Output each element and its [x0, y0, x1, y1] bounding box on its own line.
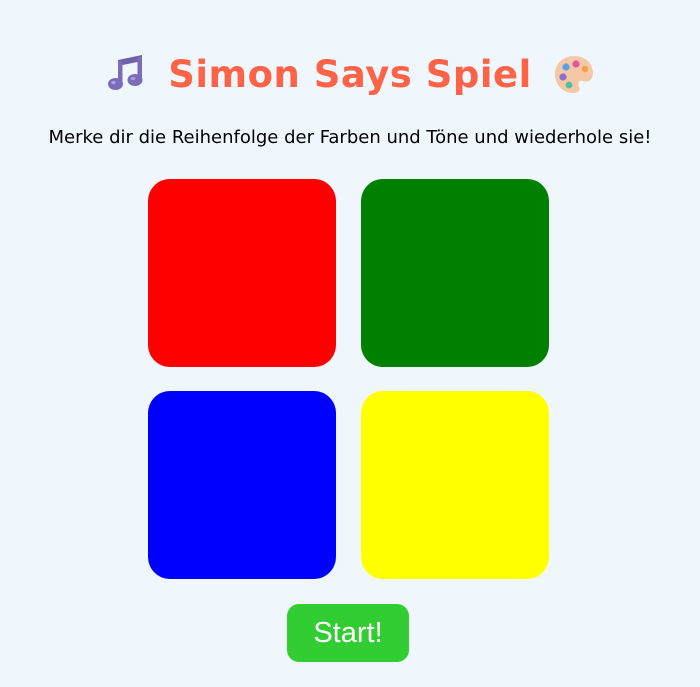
artist-palette-icon	[552, 52, 596, 96]
instructions-text: Merke dir die Reihenfolge der Farben und…	[48, 127, 652, 148]
game-page: Simon Says Spiel Merke dir die Reihenfol…	[0, 0, 700, 687]
blue-pad[interactable]	[148, 391, 336, 579]
header: Simon Says Spiel	[0, 44, 700, 104]
start-button[interactable]: Start!	[287, 604, 409, 662]
music-notes-icon	[104, 52, 148, 96]
green-pad[interactable]	[361, 179, 549, 367]
page-title: Simon Says Spiel	[168, 52, 532, 96]
red-pad[interactable]	[148, 179, 336, 367]
yellow-pad[interactable]	[361, 391, 549, 579]
